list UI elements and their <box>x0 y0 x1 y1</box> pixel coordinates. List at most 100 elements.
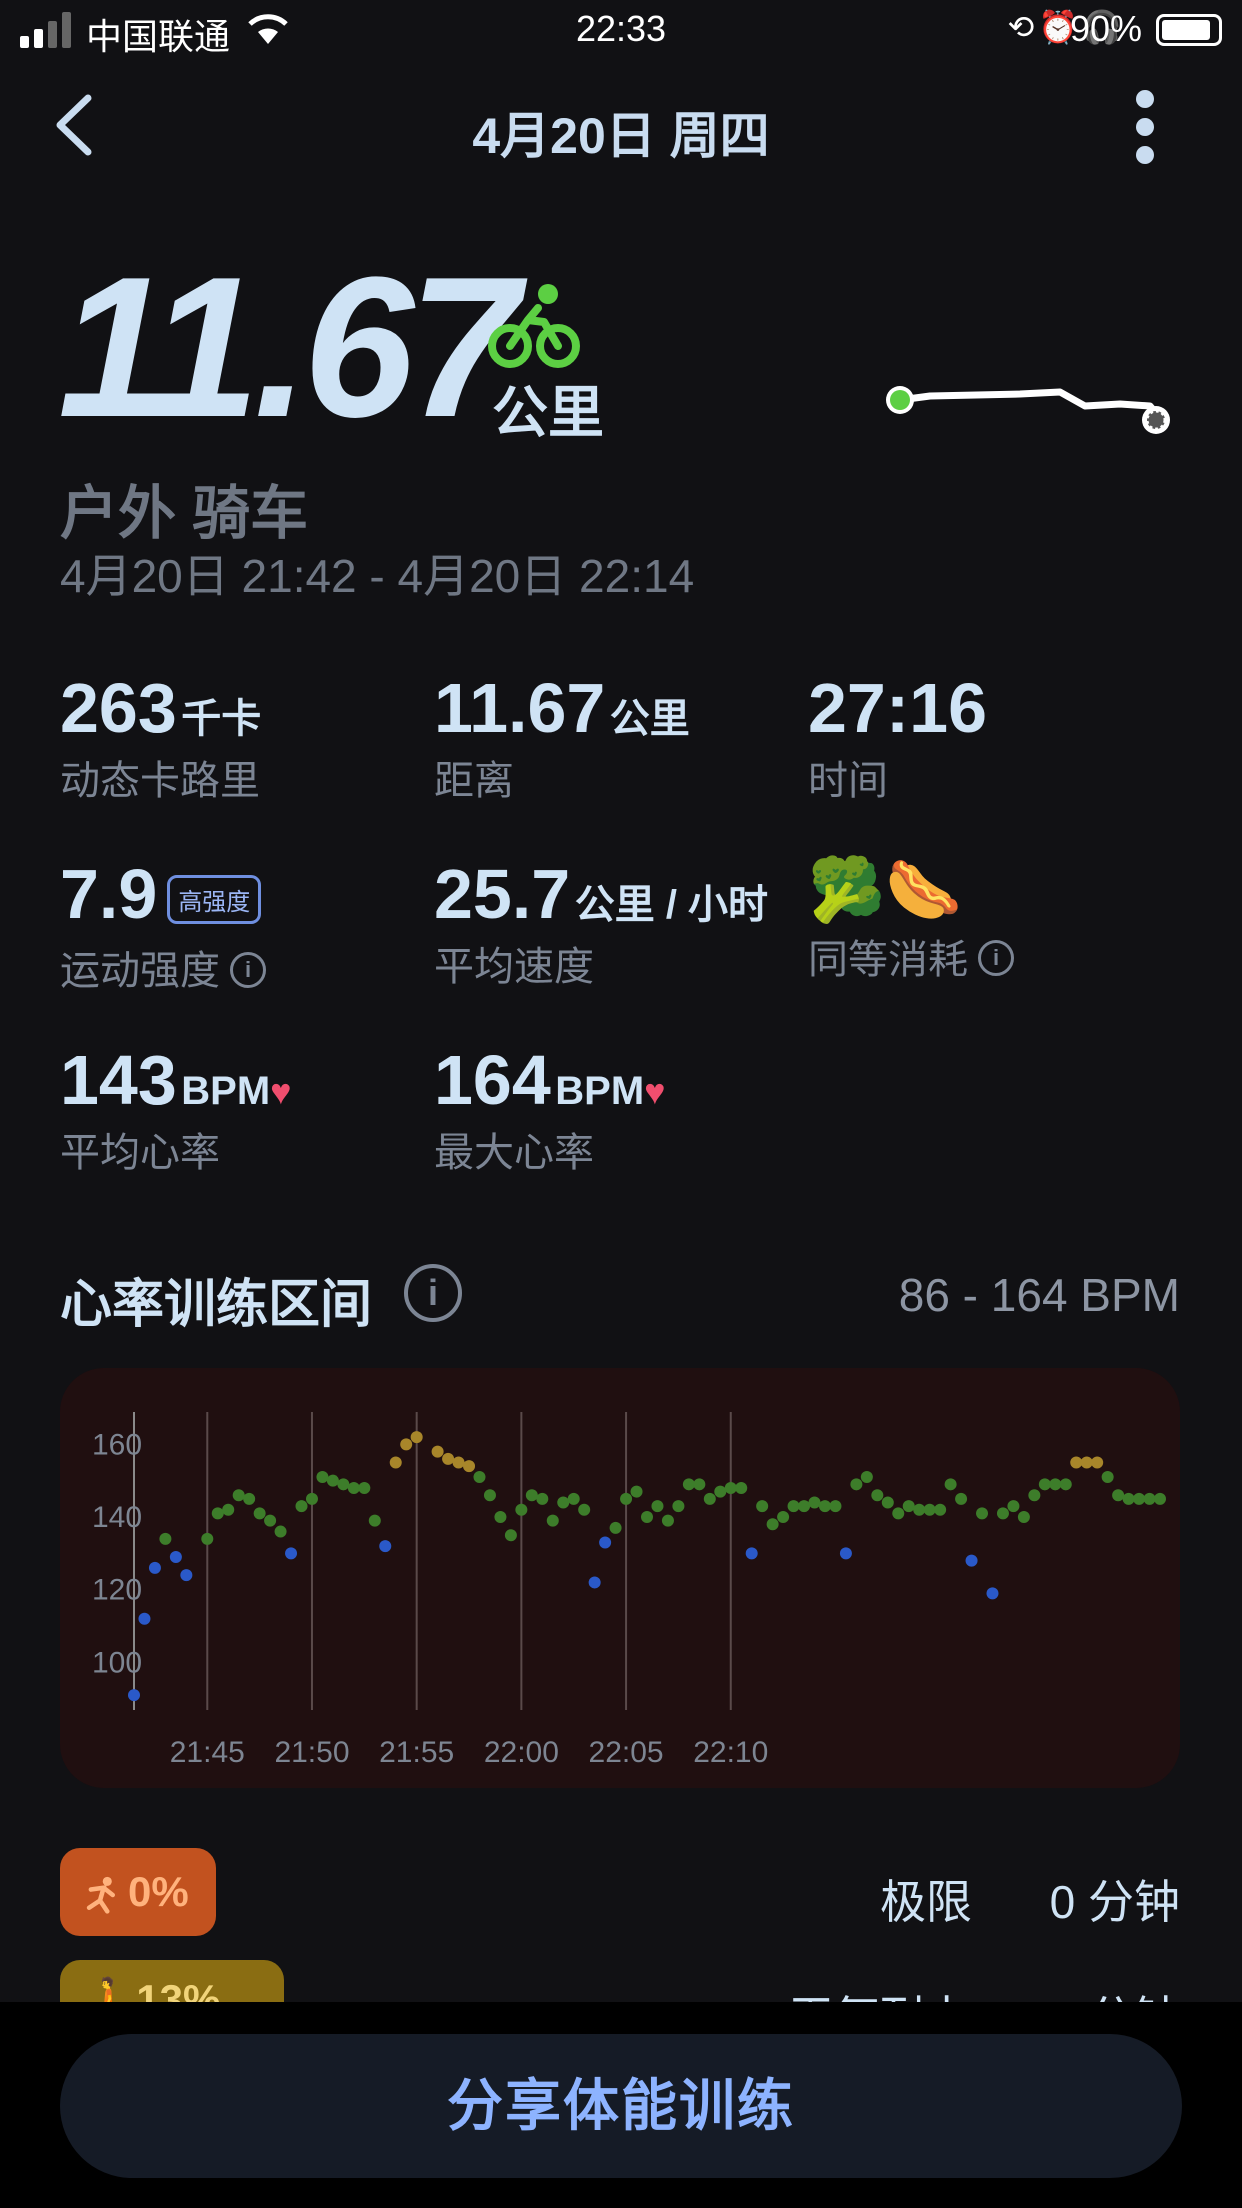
stat-unit: BPM <box>555 1069 645 1113</box>
stat-value: 25.7 <box>434 855 571 933</box>
hr-data-point <box>159 1532 172 1545</box>
stat-unit: 公里 / 小时 <box>574 883 769 927</box>
hr-data-point <box>431 1445 444 1458</box>
stat-value: 11.67 <box>434 669 606 747</box>
hr-data-point <box>473 1471 486 1484</box>
hr-data-point <box>756 1500 769 1513</box>
x-tick-label: 22:05 <box>589 1736 664 1769</box>
hr-data-point <box>442 1452 455 1465</box>
hr-data-point <box>1070 1456 1083 1469</box>
x-tick-label: 21:45 <box>170 1736 245 1769</box>
info-icon[interactable]: i <box>404 1264 462 1322</box>
hr-data-point <box>923 1503 936 1516</box>
hr-data-point <box>326 1474 339 1487</box>
hr-data-point <box>850 1478 863 1491</box>
more-options-icon[interactable] <box>1130 90 1160 164</box>
hr-data-point <box>128 1689 140 1702</box>
hr-data-point <box>944 1478 957 1491</box>
stat-label: 平均速度 <box>434 945 594 989</box>
hr-data-point <box>201 1532 214 1545</box>
stat-value: 27:16 <box>808 669 988 747</box>
hr-data-point <box>777 1511 790 1524</box>
x-tick-label: 22:00 <box>484 1736 559 1769</box>
hr-zone-title: 心率训练区间 <box>60 1276 373 1334</box>
hero-distance: 11.67 <box>58 236 520 459</box>
hr-data-point <box>672 1500 685 1513</box>
hr-data-point <box>902 1500 915 1513</box>
hr-data-point <box>285 1547 298 1560</box>
hr-data-point <box>1112 1489 1125 1502</box>
hr-data-point <box>379 1540 392 1553</box>
hr-data-point <box>630 1485 643 1498</box>
hr-data-point <box>641 1511 653 1524</box>
hr-data-point <box>222 1503 235 1516</box>
hr-data-point <box>1091 1456 1104 1469</box>
stat-max-hr: 164 BPM♥ 最大心率 <box>434 1040 666 1178</box>
hr-data-point <box>557 1496 570 1509</box>
battery-icon <box>1156 14 1222 46</box>
info-icon[interactable]: i <box>978 940 1014 977</box>
hr-data-point <box>1059 1478 1072 1491</box>
hr-data-point <box>798 1500 811 1513</box>
zone-badge-peak: 0% <box>60 1848 216 1936</box>
intensity-badge: 高强度 <box>167 875 262 925</box>
hr-data-point <box>400 1438 413 1451</box>
hr-data-point <box>536 1492 549 1505</box>
hr-data-point <box>693 1478 706 1491</box>
hr-data-point <box>1122 1492 1135 1505</box>
route-map-thumbnail[interactable] <box>870 370 1180 440</box>
stat-avg-speed: 25.7 公里 / 小时 平均速度 <box>434 854 768 992</box>
hr-data-point <box>138 1612 151 1625</box>
hr-data-point <box>295 1500 308 1513</box>
stat-label: 运动强度 <box>60 949 220 994</box>
page-title: 4月20日 周四 <box>472 108 770 164</box>
stat-label: 距离 <box>434 759 514 803</box>
stat-unit: BPM <box>181 1069 271 1113</box>
zone-minutes: 0 分钟 <box>1049 1876 1180 1928</box>
hr-data-point <box>494 1511 507 1524</box>
y-tick-label: 160 <box>92 1428 142 1461</box>
stat-intensity[interactable]: 7.9 高强度 运动强度 i <box>60 854 266 996</box>
stat-distance: 11.67 公里 距离 <box>434 668 690 806</box>
food-equivalent-icons: 🥦🌭 <box>808 856 963 925</box>
hr-data-point <box>305 1492 318 1505</box>
hr-data-point <box>264 1514 277 1527</box>
hr-data-point <box>1007 1500 1020 1513</box>
hr-data-point <box>1017 1511 1030 1524</box>
hr-data-point <box>358 1481 371 1494</box>
hr-data-point <box>682 1478 695 1491</box>
hr-data-point <box>609 1521 622 1534</box>
heart-rate-chart: 100 120 140 160 21:45 21:50 21:55 22:00 22:05 22… <box>60 1368 1180 1788</box>
hr-data-point <box>211 1507 224 1520</box>
hero-unit: 公里 <box>492 381 604 444</box>
cycling-icon <box>488 284 580 368</box>
x-tick-label: 22:10 <box>693 1736 768 1769</box>
stat-unit: 公里 <box>609 697 690 741</box>
hr-data-point <box>232 1489 245 1502</box>
share-workout-button[interactable]: 分享体能训练 <box>60 2034 1182 2178</box>
stat-equivalent[interactable]: 🥦🌭 同等消耗 i <box>808 854 1014 985</box>
hr-data-point <box>620 1492 633 1505</box>
stat-duration: 27:16 时间 <box>808 668 987 806</box>
hr-data-point <box>986 1587 999 1600</box>
hr-data-point <box>839 1547 852 1560</box>
hr-data-point <box>881 1496 894 1509</box>
hr-data-point <box>169 1551 182 1563</box>
hr-data-point <box>567 1492 580 1505</box>
hr-data-point <box>651 1500 664 1513</box>
hr-data-point <box>463 1460 476 1473</box>
stat-label: 同等消耗 <box>808 938 968 982</box>
stat-avg-hr: 143 BPM♥ 平均心率 <box>60 1040 292 1178</box>
stat-value: 7.9 <box>60 855 158 933</box>
y-tick-label: 100 <box>92 1646 142 1679</box>
hr-data-point <box>410 1431 423 1444</box>
stat-value: 143 <box>60 1041 177 1119</box>
info-icon[interactable]: i <box>230 951 266 988</box>
hr-data-point <box>1143 1492 1156 1505</box>
battery-percent: 90% <box>1069 8 1142 49</box>
hr-data-point <box>996 1507 1009 1520</box>
hr-range: 86 - 164 BPM <box>898 1269 1180 1321</box>
zone-name: 极限 <box>880 1876 972 1928</box>
hr-data-point <box>965 1554 978 1567</box>
stat-label: 动态卡路里 <box>60 759 260 803</box>
